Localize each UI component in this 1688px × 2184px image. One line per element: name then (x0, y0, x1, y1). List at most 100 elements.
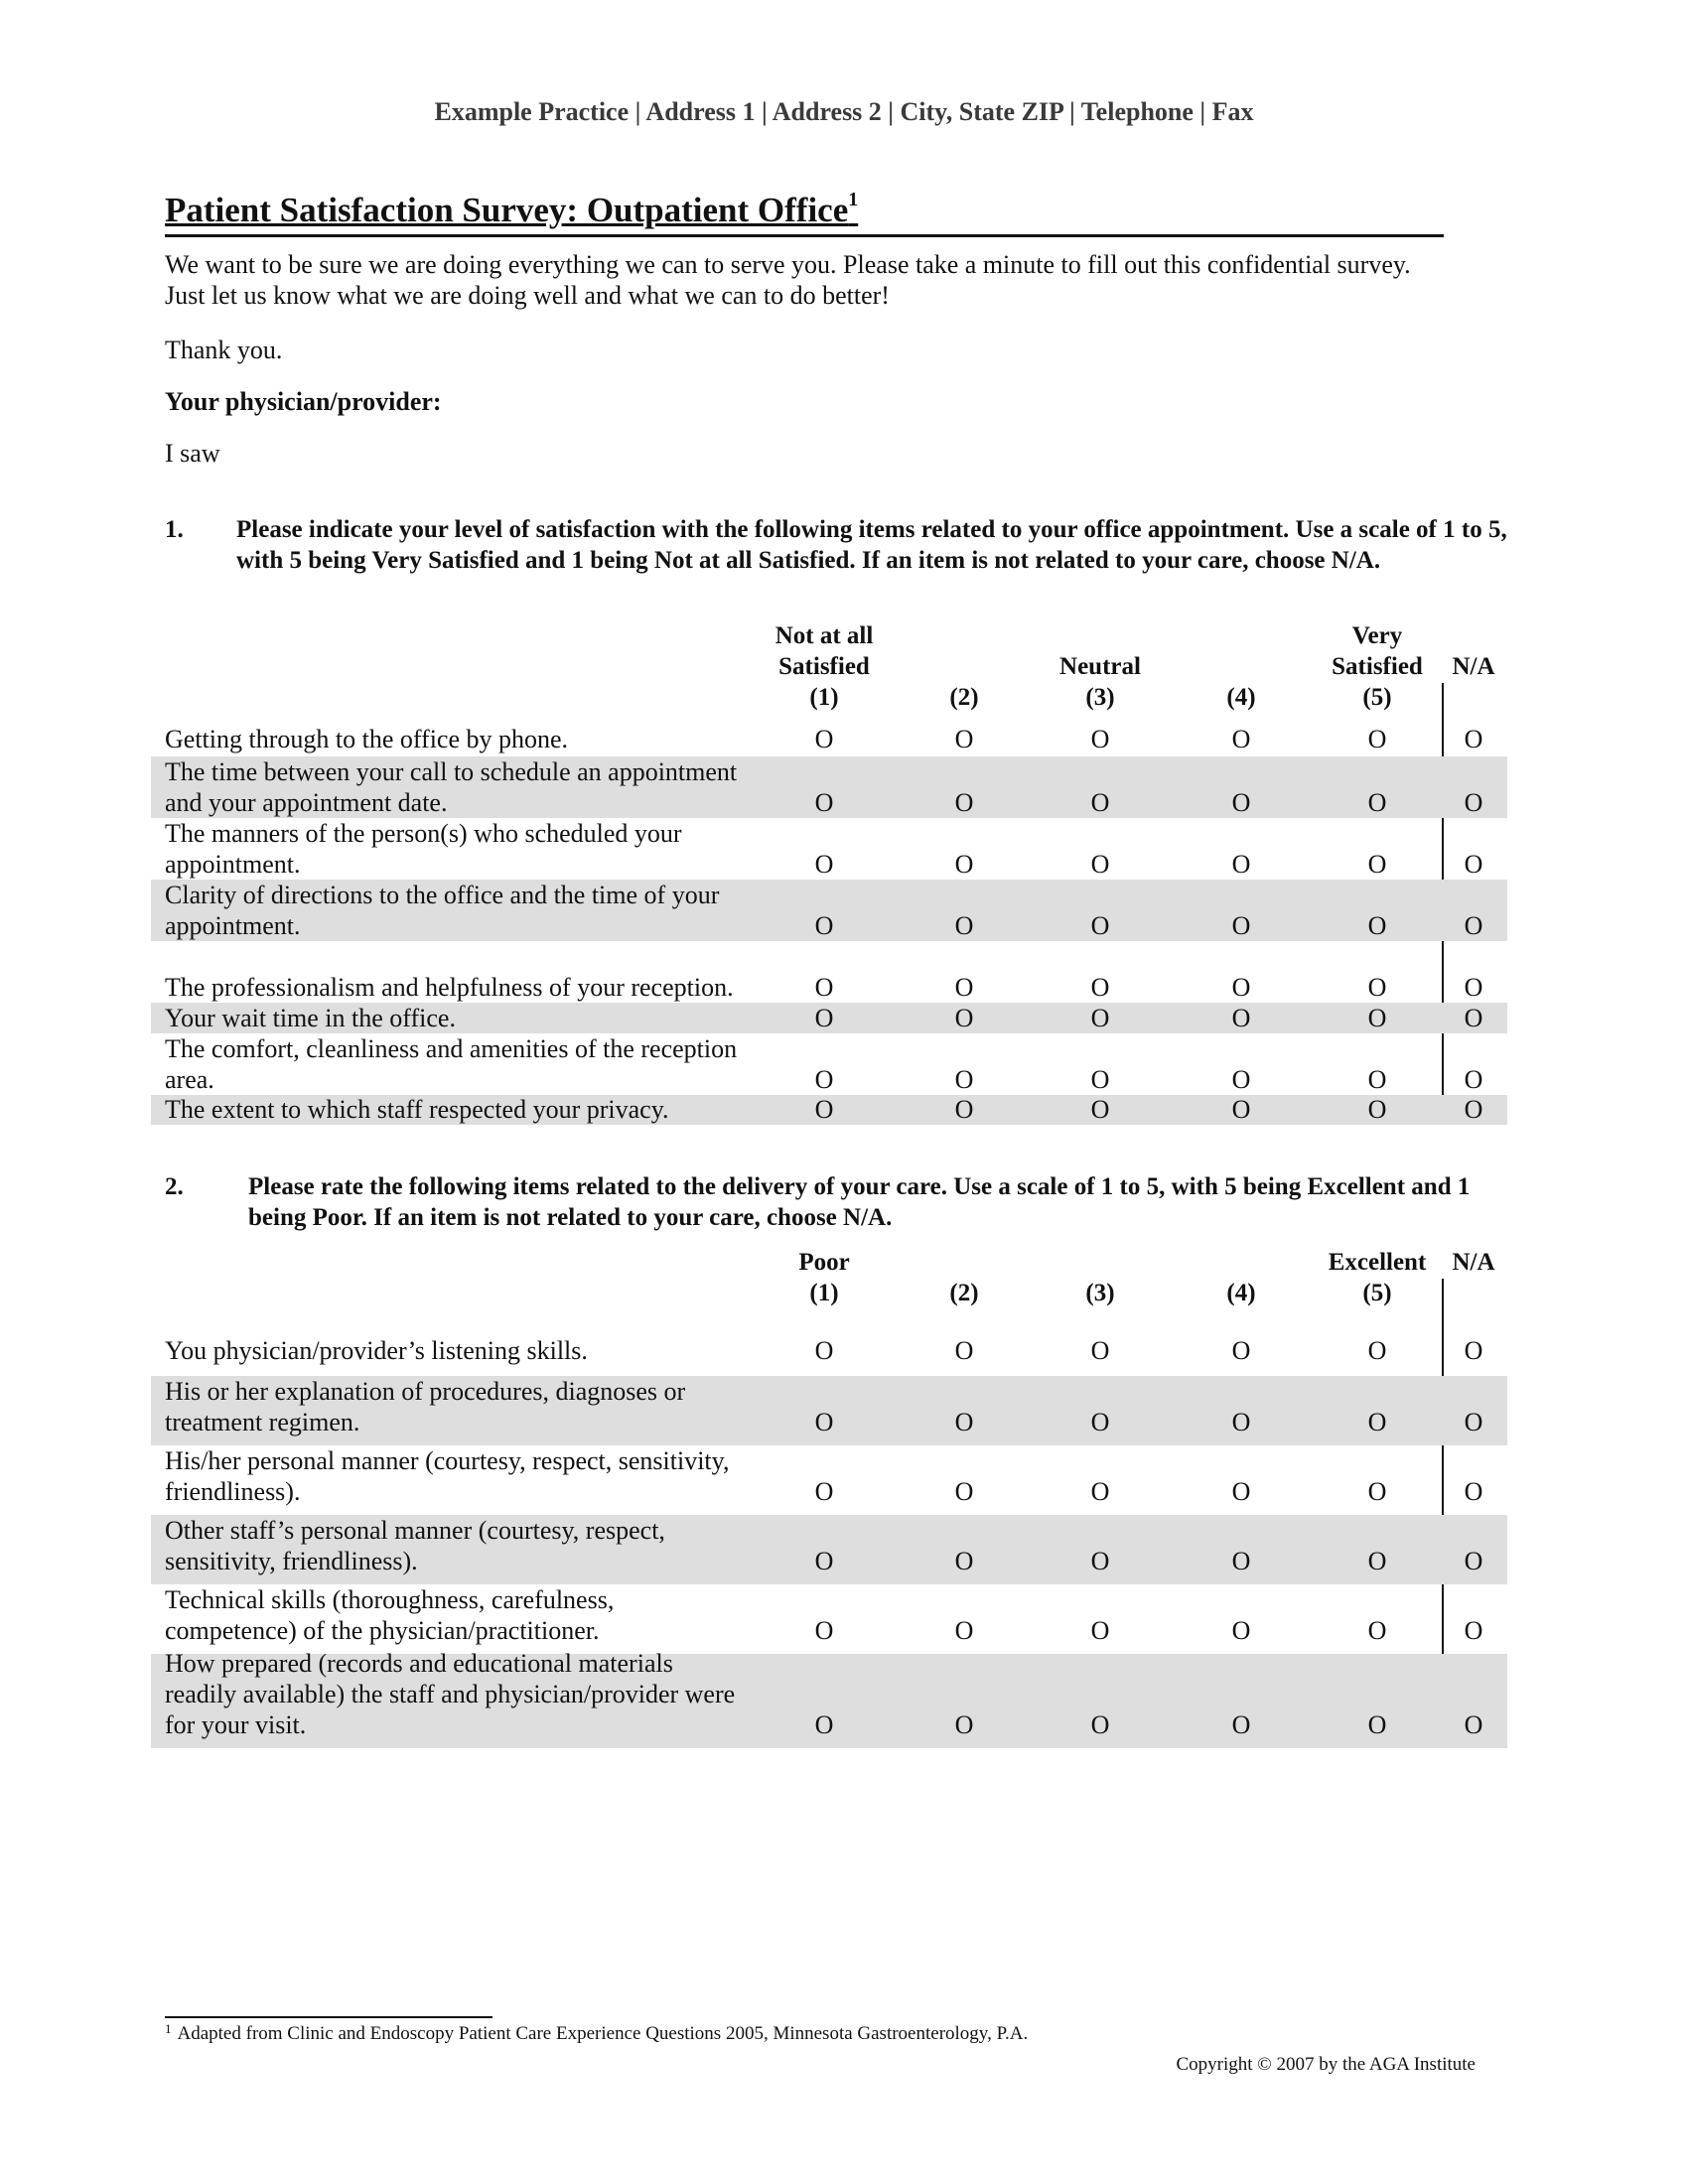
rating-option-3[interactable]: O (1080, 1407, 1120, 1437)
rating-option-2[interactable]: O (944, 1546, 984, 1576)
rating-option-4[interactable]: O (1221, 1407, 1261, 1437)
rating-option-1[interactable]: O (804, 1003, 844, 1033)
rating-option-na[interactable]: O (1454, 1546, 1493, 1576)
rating-option-4[interactable]: O (1221, 724, 1261, 754)
rating-option-5[interactable]: O (1357, 849, 1397, 880)
rating-option-4[interactable]: O (1221, 1335, 1261, 1366)
rating-option-4[interactable]: O (1221, 1003, 1261, 1033)
rating-option-5[interactable]: O (1357, 910, 1397, 941)
table-row: Other staff’s personal manner (courtesy,… (151, 1515, 1507, 1584)
rating-option-1[interactable]: O (804, 1064, 844, 1095)
rating-option-2[interactable]: O (944, 1615, 984, 1646)
rating-option-1[interactable]: O (804, 1615, 844, 1646)
table-row: His/her personal manner (courtesy, respe… (151, 1445, 1507, 1515)
rating-option-3[interactable]: O (1080, 1064, 1120, 1095)
rating-option-3[interactable]: O (1080, 972, 1120, 1003)
title-footnote-ref: 1 (848, 189, 859, 210)
rating-option-na[interactable]: O (1454, 1094, 1493, 1125)
rating-option-5[interactable]: O (1357, 724, 1397, 754)
rating-option-na[interactable]: O (1454, 972, 1493, 1003)
thanks-text: Thank you. (165, 336, 283, 364)
practice-letterhead: Example Practice | Address 1 | Address 2… (434, 97, 1254, 126)
rating-option-na[interactable]: O (1454, 724, 1493, 754)
rating-option-4[interactable]: O (1221, 1709, 1261, 1740)
rating-option-1[interactable]: O (804, 1476, 844, 1507)
rating-option-3[interactable]: O (1080, 910, 1120, 941)
table-row: Clarity of directions to the office and … (151, 880, 1507, 941)
rating-option-5[interactable]: O (1357, 1615, 1397, 1646)
rating-option-na[interactable]: O (1454, 1407, 1493, 1437)
rating-option-2[interactable]: O (944, 1064, 984, 1095)
rating-option-1[interactable]: O (804, 787, 844, 818)
rating-option-1[interactable]: O (804, 972, 844, 1003)
rating-option-4[interactable]: O (1221, 1546, 1261, 1576)
rating-option-2[interactable]: O (944, 1003, 984, 1033)
rating-option-1[interactable]: O (804, 1709, 844, 1740)
s1-header-col3-line1: Neutral (1059, 653, 1141, 680)
rating-option-4[interactable]: O (1221, 1615, 1261, 1646)
rating-option-na[interactable]: O (1454, 1615, 1493, 1646)
section1-instruction: Please indicate your level of satisfacti… (236, 516, 1507, 574)
rating-option-3[interactable]: O (1080, 1335, 1120, 1366)
rating-option-2[interactable]: O (944, 1335, 984, 1366)
rating-option-na[interactable]: O (1454, 1476, 1493, 1507)
table-row: The time between your call to schedule a… (151, 756, 1507, 818)
rating-option-1[interactable]: O (804, 1546, 844, 1576)
rating-option-2[interactable]: O (944, 1407, 984, 1437)
section1-question: 1. Please indicate your level of satisfa… (165, 514, 1507, 614)
rating-option-5[interactable]: O (1357, 1476, 1397, 1507)
rating-option-4[interactable]: O (1221, 972, 1261, 1003)
rating-option-3[interactable]: O (1080, 1094, 1120, 1125)
rating-option-2[interactable]: O (944, 972, 984, 1003)
rating-option-5[interactable]: O (1357, 972, 1397, 1003)
s2-header-col3-num: (3) (1085, 1280, 1115, 1306)
rating-option-2[interactable]: O (944, 787, 984, 818)
rating-option-4[interactable]: O (1221, 787, 1261, 818)
rating-option-1[interactable]: O (804, 1407, 844, 1437)
rating-option-3[interactable]: O (1080, 724, 1120, 754)
rating-option-3[interactable]: O (1080, 1003, 1120, 1033)
rating-option-2[interactable]: O (944, 1476, 984, 1507)
rating-option-na[interactable]: O (1454, 910, 1493, 941)
item-label: The extent to which staff respected your… (165, 1095, 669, 1124)
rating-option-3[interactable]: O (1080, 1546, 1120, 1576)
rating-option-4[interactable]: O (1221, 1094, 1261, 1125)
rating-option-4[interactable]: O (1221, 849, 1261, 880)
rating-option-5[interactable]: O (1357, 1094, 1397, 1125)
rating-option-na[interactable]: O (1454, 787, 1493, 818)
s2-header-col1-num: (1) (809, 1280, 839, 1306)
rating-option-1[interactable]: O (804, 1335, 844, 1366)
rating-option-2[interactable]: O (944, 849, 984, 880)
rating-option-5[interactable]: O (1357, 1335, 1397, 1366)
rating-option-5[interactable]: O (1357, 1407, 1397, 1437)
rating-option-5[interactable]: O (1357, 787, 1397, 818)
rating-option-2[interactable]: O (944, 1094, 984, 1125)
footnote: 1 Adapted from Clinic and Endoscopy Patie… (165, 2021, 1028, 2045)
rating-option-na[interactable]: O (1454, 1064, 1493, 1095)
rating-option-5[interactable]: O (1357, 1003, 1397, 1033)
rating-option-na[interactable]: O (1454, 849, 1493, 880)
rating-option-na[interactable]: O (1454, 1003, 1493, 1033)
rating-option-3[interactable]: O (1080, 849, 1120, 880)
table-row: The manners of the person(s) who schedul… (151, 818, 1507, 880)
rating-option-1[interactable]: O (804, 849, 844, 880)
rating-option-2[interactable]: O (944, 724, 984, 754)
rating-option-3[interactable]: O (1080, 1615, 1120, 1646)
rating-option-na[interactable]: O (1454, 1335, 1493, 1366)
rating-option-3[interactable]: O (1080, 787, 1120, 818)
rating-option-3[interactable]: O (1080, 1709, 1120, 1740)
rating-option-3[interactable]: O (1080, 1476, 1120, 1507)
rating-option-na[interactable]: O (1454, 1709, 1493, 1740)
rating-option-2[interactable]: O (944, 910, 984, 941)
item-label: His or her explanation of procedures, di… (165, 1377, 686, 1436)
rating-option-4[interactable]: O (1221, 1476, 1261, 1507)
rating-option-5[interactable]: O (1357, 1709, 1397, 1740)
rating-option-4[interactable]: O (1221, 1064, 1261, 1095)
rating-option-4[interactable]: O (1221, 910, 1261, 941)
rating-option-1[interactable]: O (804, 1094, 844, 1125)
rating-option-5[interactable]: O (1357, 1546, 1397, 1576)
rating-option-1[interactable]: O (804, 910, 844, 941)
rating-option-2[interactable]: O (944, 1709, 984, 1740)
rating-option-5[interactable]: O (1357, 1064, 1397, 1095)
rating-option-1[interactable]: O (804, 724, 844, 754)
